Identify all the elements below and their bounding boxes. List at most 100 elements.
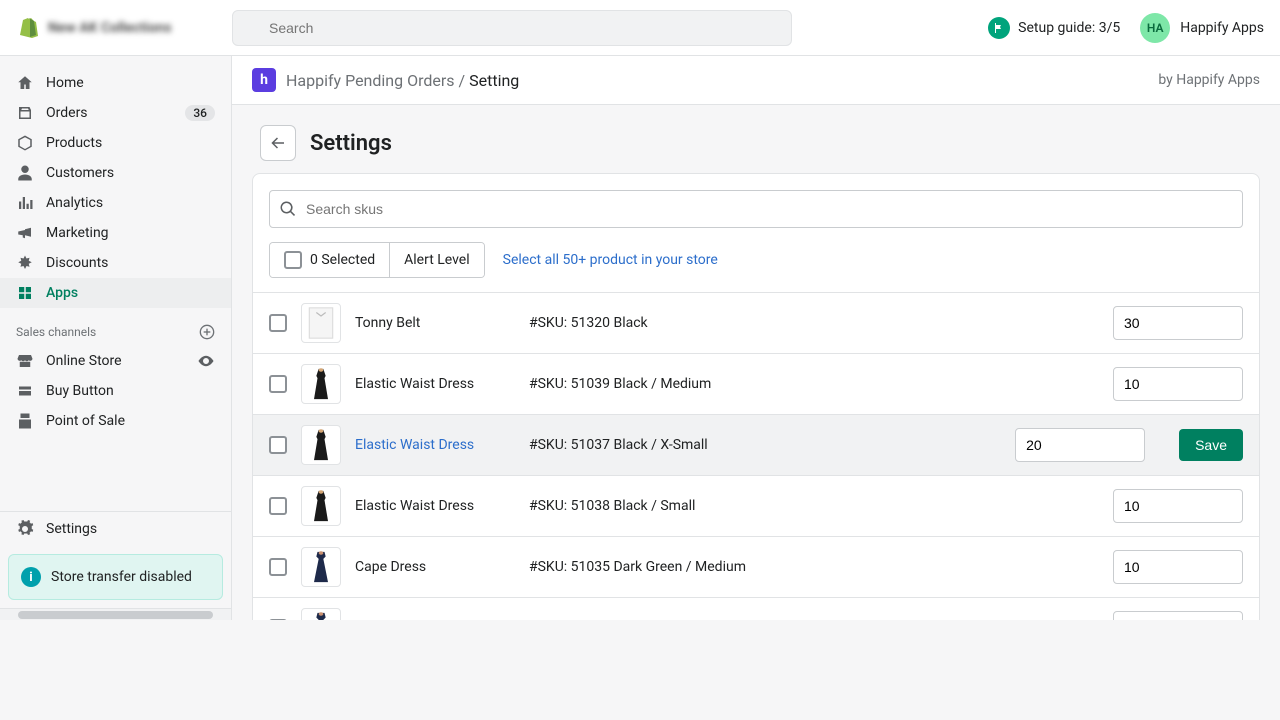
sales-channels-label: Sales channels — [16, 325, 96, 339]
sidebar-item-label: Customers — [46, 165, 114, 181]
select-all-checkbox[interactable] — [284, 251, 302, 269]
user-menu[interactable]: HA Happify Apps — [1140, 13, 1264, 43]
product-thumbnail — [301, 486, 341, 526]
avatar: HA — [1140, 13, 1170, 43]
setup-guide[interactable]: Setup guide: 3/5 — [988, 17, 1120, 39]
table-row: Tonny Belt #SKU: 51320 Black — [253, 292, 1259, 353]
channel-label: Online Store — [46, 353, 122, 369]
sidebar-item-label: Discounts — [46, 255, 108, 271]
alert-level-input[interactable] — [1113, 550, 1243, 584]
sidebar-item-customers[interactable]: Customers — [0, 158, 231, 188]
alert-level-input[interactable] — [1113, 611, 1243, 620]
settings-card: 0 Selected Alert Level Select all 50+ pr… — [252, 173, 1260, 620]
back-button[interactable] — [260, 125, 296, 161]
table-row: Elastic Waist Dress #SKU: 51038 Black / … — [253, 475, 1259, 536]
by-line: by Happify Apps — [1158, 72, 1260, 88]
row-checkbox[interactable] — [269, 497, 287, 515]
product-name[interactable]: Elastic Waist Dress — [355, 437, 515, 453]
product-thumbnail — [301, 303, 341, 343]
sidebar-item-label: Marketing — [46, 225, 109, 241]
row-checkbox[interactable] — [269, 619, 287, 620]
sidebar-item-orders[interactable]: Orders 36 — [0, 98, 231, 128]
product-sku: #SKU: 51038 Black / Small — [529, 498, 1099, 514]
alert-level-button[interactable]: Alert Level — [389, 243, 484, 277]
page-head: Settings — [232, 105, 1280, 173]
table-row: Cape Dress #SKU: 51032 Black / X-Small — [253, 597, 1259, 620]
selected-count-button[interactable]: 0 Selected — [270, 243, 389, 277]
breadcrumb-sep: / — [459, 71, 470, 90]
sidebar-item-home[interactable]: Home — [0, 68, 231, 98]
bulk-toolbar: 0 Selected Alert Level Select all 50+ pr… — [253, 228, 1259, 292]
breadcrumb-current: Setting — [469, 71, 519, 90]
table-row: Elastic Waist Dress #SKU: 51039 Black / … — [253, 353, 1259, 414]
product-table: Tonny Belt #SKU: 51320 Black Elastic Wai… — [253, 292, 1259, 620]
breadcrumb-parent[interactable]: Happify Pending Orders — [286, 71, 455, 90]
sidebar-item-label: Apps — [46, 285, 78, 301]
sidebar-item-apps[interactable]: Apps — [0, 278, 231, 308]
sidebar-item-products[interactable]: Products — [0, 128, 231, 158]
marketing-icon — [16, 224, 34, 242]
product-name: Tonny Belt — [355, 315, 515, 331]
product-sku: #SKU: 51037 Black / X-Small — [529, 437, 1001, 453]
sku-search — [269, 190, 1243, 228]
alert-level-label: Alert Level — [404, 252, 470, 268]
arrow-left-icon — [269, 134, 287, 152]
sidebar-item-label: Analytics — [46, 195, 103, 211]
breadcrumb: Happify Pending Orders / Setting — [286, 71, 519, 90]
sidebar-item-label: Orders — [46, 105, 88, 121]
table-row: Cape Dress #SKU: 51035 Dark Green / Medi… — [253, 536, 1259, 597]
discounts-icon — [16, 254, 34, 272]
segmented-control: 0 Selected Alert Level — [269, 242, 485, 278]
product-name: Elastic Waist Dress — [355, 498, 515, 514]
channel-label: Point of Sale — [46, 413, 125, 429]
sidebar-settings[interactable]: Settings — [0, 511, 231, 546]
sidebar-item-analytics[interactable]: Analytics — [0, 188, 231, 218]
home-icon — [16, 74, 34, 92]
sales-channels-heading: Sales channels — [0, 308, 231, 346]
alert-level-input[interactable] — [1015, 428, 1145, 462]
gear-icon — [16, 520, 34, 538]
orders-icon — [16, 104, 34, 122]
sku-search-input[interactable] — [269, 190, 1243, 228]
row-checkbox[interactable] — [269, 314, 287, 332]
user-label: Happify Apps — [1180, 20, 1264, 36]
sidebar-item-label: Home — [46, 75, 84, 91]
channel-item-online-store[interactable]: Online Store — [0, 346, 231, 376]
store-icon — [16, 352, 34, 370]
selected-count-label: 0 Selected — [310, 252, 375, 268]
product-sku: #SKU: 51039 Black / Medium — [529, 376, 1099, 392]
product-thumbnail — [301, 425, 341, 465]
row-checkbox[interactable] — [269, 436, 287, 454]
product-sku: #SKU: 51035 Dark Green / Medium — [529, 559, 1099, 575]
customers-icon — [16, 164, 34, 182]
alert-level-input[interactable] — [1113, 489, 1243, 523]
sidebar-horizontal-scrollbar[interactable] — [0, 608, 231, 620]
sidebar-item-discounts[interactable]: Discounts — [0, 248, 231, 278]
channel-item-buy-button[interactable]: Buy Button — [0, 376, 231, 406]
topbar-right: Setup guide: 3/5 HA Happify Apps — [988, 13, 1264, 43]
store-transfer-alert: i Store transfer disabled — [8, 554, 223, 600]
settings-label: Settings — [46, 521, 97, 537]
alert-level-input[interactable] — [1113, 367, 1243, 401]
product-thumbnail — [301, 364, 341, 404]
sidebar: Home Orders 36 Products Customers Analyt… — [0, 56, 232, 620]
page-title: Settings — [310, 131, 392, 156]
save-button[interactable]: Save — [1179, 429, 1243, 461]
row-checkbox[interactable] — [269, 375, 287, 393]
channel-item-point-of-sale[interactable]: Point of Sale — [0, 406, 231, 436]
analytics-icon — [16, 194, 34, 212]
orders-badge: 36 — [185, 105, 215, 121]
main-content: h Happify Pending Orders / Setting by Ha… — [232, 56, 1280, 620]
alert-level-input[interactable] — [1113, 306, 1243, 340]
logo-area: New AK Collections — [16, 16, 216, 40]
search-input[interactable] — [232, 10, 792, 46]
select-all-link[interactable]: Select all 50+ product in your store — [503, 252, 718, 268]
sidebar-item-marketing[interactable]: Marketing — [0, 218, 231, 248]
info-icon: i — [21, 567, 41, 587]
add-channel-icon[interactable] — [199, 324, 215, 340]
eye-icon[interactable] — [197, 352, 215, 370]
shopify-logo-icon — [16, 16, 40, 40]
product-name: Cape Dress — [355, 559, 515, 575]
row-checkbox[interactable] — [269, 558, 287, 576]
store-name: New AK Collections — [48, 20, 171, 36]
